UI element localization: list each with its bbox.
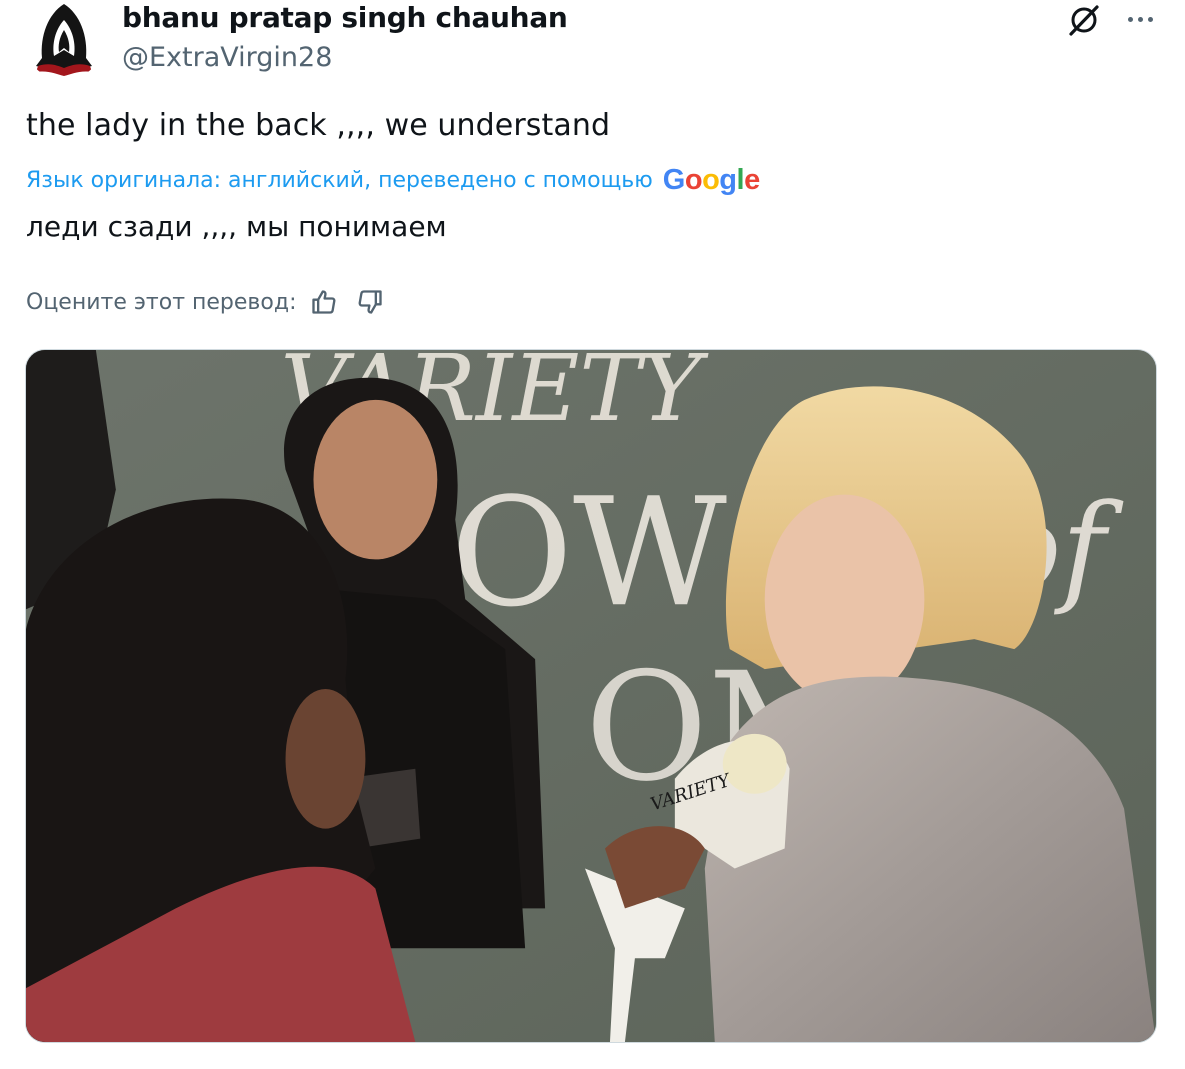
grok-icon [1069,5,1099,36]
google-logo: G o o g l e [663,164,760,197]
grok-button[interactable] [1064,0,1104,40]
translation-attribution: Язык оригинала: английский, переведено с… [26,160,760,200]
author-avatar[interactable] [24,0,104,80]
google-letter: G [662,163,686,196]
more-icon [1127,16,1133,22]
thumbs-up-button[interactable] [306,284,342,320]
translation-note-link[interactable]: Язык оригинала: английский, переведено с… [26,168,653,193]
rate-translation: Оцените этот перевод: [26,282,388,322]
author-handle[interactable]: @ExtraVirgin28 [122,42,332,73]
tweet-media-image[interactable]: VARIETY OW of OM VARIETY [25,349,1157,1043]
translated-text: леди сзади ,,,, мы понимаем [26,210,447,243]
author-name[interactable]: bhanu pratap singh chauhan [122,1,568,34]
google-letter: o [702,163,720,196]
avatar-image [24,0,104,80]
thumbs-up-icon [312,290,336,314]
google-letter: o [684,163,703,196]
google-letter: l [736,163,745,196]
thumbs-down-button[interactable] [352,284,388,320]
tweet-text: the lady in the back ,,,, we understand [26,108,611,143]
google-letter: e [744,163,760,196]
thumbs-down-icon [359,290,383,314]
svg-text:OW: OW [450,466,727,640]
more-button[interactable] [1118,2,1162,36]
media-photo: VARIETY OW of OM VARIETY [26,350,1156,1042]
google-letter: g [719,163,737,196]
rate-label: Оцените этот перевод: [26,289,297,315]
